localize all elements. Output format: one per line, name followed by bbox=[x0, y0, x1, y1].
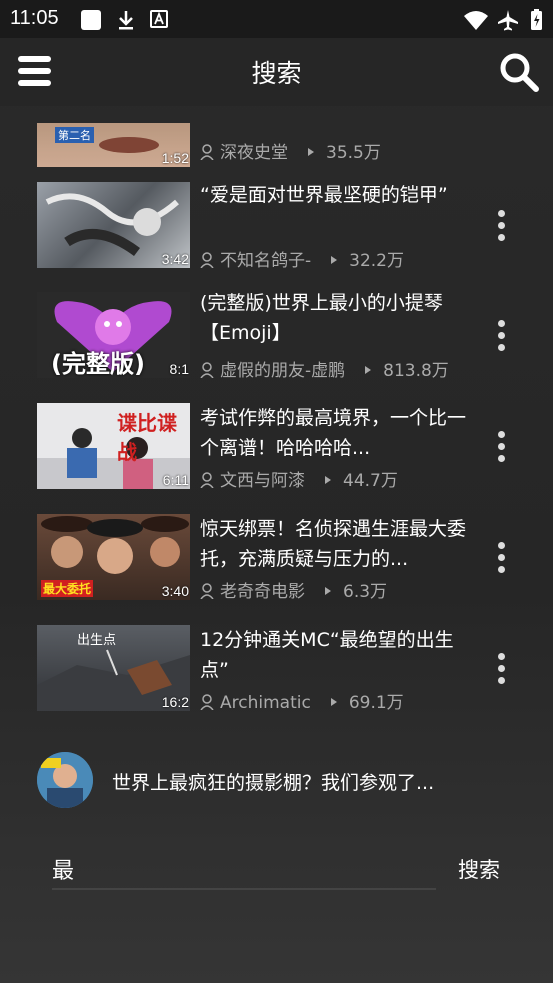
square-notification-icon bbox=[81, 10, 101, 30]
video-duration: 1:52 bbox=[161, 150, 189, 166]
video-author: 老奇奇电影 bbox=[220, 582, 305, 602]
video-thumbnail[interactable]: 3:42 bbox=[37, 182, 190, 268]
video-item[interactable]: 3:42 “爱是面对世界最坚硬的铠甲” 不知名鸽子- 32.2万 bbox=[0, 178, 553, 288]
video-views: 813.8万 bbox=[383, 361, 449, 381]
video-meta: 文西与阿漆 44.7万 bbox=[200, 466, 398, 491]
search-button[interactable]: 搜索 bbox=[458, 854, 500, 884]
video-item[interactable]: 谍比谍战 6:11 考试作弊的最高境界，一个比一个离谱！哈哈哈哈... 文西与阿… bbox=[0, 399, 553, 509]
video-author: 虚假的朋友-虚鹏 bbox=[220, 361, 346, 381]
play-count-icon bbox=[325, 587, 331, 595]
play-count-icon bbox=[331, 256, 338, 264]
user-icon bbox=[200, 144, 214, 160]
video-duration: 3:42 bbox=[161, 251, 189, 267]
video-thumbnail[interactable]: (完整版) 8:1 bbox=[37, 292, 190, 378]
video-thumbnail[interactable]: 谍比谍战 6:11 bbox=[37, 403, 190, 489]
thumbnail-caption: (完整版) bbox=[51, 350, 145, 378]
video-title[interactable]: 惊天绑票！名侦探遇生涯最大委托，充满质疑与压力的... bbox=[200, 514, 475, 574]
thumbnail-caption: 第二名 bbox=[55, 127, 94, 143]
video-views: 6.3万 bbox=[343, 582, 388, 602]
video-item[interactable]: (完整版) 8:1 (完整版)世界上最小的小提琴【Emoji】 虚假的朋友-虚鹏… bbox=[0, 288, 553, 398]
video-author: 文西与阿漆 bbox=[220, 471, 305, 491]
thumbnail-caption: 出生点 bbox=[77, 633, 117, 648]
search-bar: 搜索 bbox=[52, 846, 512, 894]
more-options-icon[interactable] bbox=[496, 210, 506, 244]
video-item[interactable]: 最大委托 3:40 惊天绑票！名侦探遇生涯最大委托，充满质疑与压力的... 老奇… bbox=[0, 510, 553, 620]
airplane-icon bbox=[498, 10, 518, 31]
video-meta: Archimatic 69.1万 bbox=[200, 688, 404, 713]
more-options-icon[interactable] bbox=[496, 320, 506, 354]
video-meta: 深夜史堂 35.5万 bbox=[200, 138, 381, 163]
status-bar: 11:05 bbox=[0, 0, 553, 38]
video-duration: 8:1 bbox=[169, 361, 189, 377]
video-author: 深夜史堂 bbox=[220, 143, 288, 163]
channel-suggestion-text[interactable]: 世界上最疯狂的摄影棚？我们参观了... bbox=[112, 768, 434, 795]
video-views: 35.5万 bbox=[326, 143, 381, 163]
video-views: 44.7万 bbox=[343, 471, 398, 491]
a-badge-icon bbox=[150, 10, 168, 28]
video-item[interactable]: 第二名 1:52 吕 深夜史堂 35.5万 bbox=[0, 106, 553, 178]
video-thumbnail[interactable]: 第二名 1:52 bbox=[37, 123, 190, 167]
video-meta: 虚假的朋友-虚鹏 813.8万 bbox=[200, 356, 449, 381]
video-title[interactable]: (完整版)世界上最小的小提琴【Emoji】 bbox=[200, 288, 475, 348]
play-count-icon bbox=[325, 476, 331, 484]
video-meta: 不知名鸽子- 32.2万 bbox=[200, 246, 404, 271]
wifi-icon bbox=[464, 11, 488, 30]
video-meta: 老奇奇电影 6.3万 bbox=[200, 577, 387, 602]
video-title[interactable]: 吕 bbox=[200, 106, 475, 110]
thumbnail-caption: 谍比谍战 bbox=[117, 411, 177, 464]
video-duration: 16:2 bbox=[161, 694, 189, 710]
status-time: 11:05 bbox=[10, 7, 59, 29]
user-icon bbox=[200, 694, 214, 710]
play-count-icon bbox=[365, 366, 372, 374]
search-input[interactable] bbox=[52, 846, 436, 890]
channel-suggestion[interactable]: 世界上最疯狂的摄影棚？我们参观了... bbox=[37, 752, 537, 812]
user-icon bbox=[200, 472, 214, 488]
video-title[interactable]: 考试作弊的最高境界，一个比一个离谱！哈哈哈哈... bbox=[200, 403, 475, 463]
battery-icon bbox=[531, 9, 542, 30]
video-title[interactable]: “爱是面对世界最坚硬的铠甲” bbox=[200, 180, 475, 210]
video-author: 不知名鸽子- bbox=[220, 251, 312, 271]
more-options-icon[interactable] bbox=[496, 431, 506, 465]
video-thumbnail[interactable]: 最大委托 3:40 bbox=[37, 514, 190, 600]
avatar[interactable] bbox=[37, 752, 93, 808]
video-thumbnail[interactable]: 出生点 16:2 bbox=[37, 625, 190, 711]
app-bar: 搜索 bbox=[0, 38, 553, 106]
play-count-icon bbox=[330, 698, 337, 706]
page-title: 搜索 bbox=[251, 59, 302, 88]
search-icon[interactable] bbox=[498, 51, 540, 93]
video-duration: 3:40 bbox=[161, 583, 189, 599]
video-views: 32.2万 bbox=[349, 251, 404, 271]
thumbnail-caption: 最大委托 bbox=[41, 580, 94, 597]
video-title[interactable]: 12分钟通关MC“最绝望的出生点” bbox=[200, 625, 475, 685]
video-list[interactable]: 第二名 1:52 吕 深夜史堂 35.5万 3:42 “爱是面对世界最坚硬的铠甲”… bbox=[0, 106, 553, 726]
user-icon bbox=[200, 583, 214, 599]
more-options-icon[interactable] bbox=[496, 653, 506, 687]
more-options-icon[interactable] bbox=[496, 542, 506, 576]
video-author: Archimatic bbox=[220, 693, 311, 713]
video-duration: 6:11 bbox=[162, 472, 189, 488]
video-item[interactable]: 出生点 16:2 12分钟通关MC“最绝望的出生点” Archimatic 69.… bbox=[0, 621, 553, 726]
user-icon bbox=[200, 362, 214, 378]
play-count-icon bbox=[308, 148, 314, 156]
download-icon bbox=[119, 11, 133, 30]
user-icon bbox=[200, 252, 214, 268]
video-views: 69.1万 bbox=[348, 693, 404, 713]
